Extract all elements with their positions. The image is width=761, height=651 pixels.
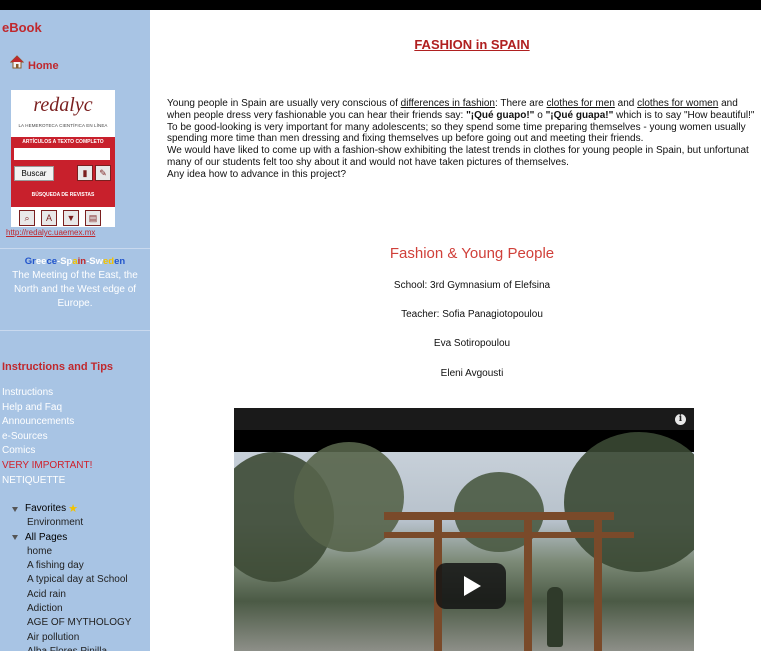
sidebar-nav-link[interactable]: e-Sources [2, 430, 92, 445]
list-icon[interactable]: ▤ [85, 210, 101, 226]
play-button[interactable] [436, 563, 506, 609]
redalyc-search-input[interactable] [14, 148, 110, 160]
page-link[interactable]: Air pollution [12, 631, 131, 645]
country-icon[interactable]: ▼ [63, 210, 79, 226]
favorites-label: Favorites [25, 503, 67, 514]
differences-link[interactable]: differences in fashion [401, 98, 495, 109]
gss-title-part: in [77, 256, 87, 267]
favorites-toggle[interactable]: Favorites ★ [12, 502, 131, 516]
redalyc-search-button[interactable]: Buscar [14, 166, 54, 181]
page-title: FASHION in SPAIN [414, 37, 530, 52]
clothes-men-link[interactable]: clothes for men [547, 98, 615, 109]
redalyc-edit-icon[interactable]: ✎ [95, 165, 111, 181]
person-figure [547, 587, 563, 647]
text: and [718, 98, 738, 109]
alphabet-icon[interactable]: A [41, 210, 57, 226]
sidebar-nav-link[interactable]: VERY IMPORTANT! [2, 459, 92, 474]
gss-title-part: ee [35, 256, 47, 267]
all-pages-toggle[interactable]: All Pages [12, 531, 131, 545]
instructions-title: Instructions and Tips [2, 361, 114, 373]
quote-guapa: "¡Qué guapa!" [545, 109, 614, 121]
section-subtitle: Fashion & Young People [389, 245, 555, 262]
sidebar-nav-link[interactable]: NETIQUETTE [2, 474, 92, 489]
quote-guapo: "¡Qué guapo!" [466, 109, 535, 121]
gss-title-part: -Sw [86, 256, 103, 267]
student-line: Eleni Avgousti [440, 368, 504, 379]
paragraph-line: To be good-looking is very important for… [167, 121, 746, 133]
video-title-bar [234, 408, 694, 430]
paragraph-line: We would have liked to come up with a fa… [167, 145, 749, 157]
play-icon [464, 576, 481, 596]
expand-triangle-icon [12, 506, 18, 512]
sidebar-nav-link[interactable]: Help and Faq [2, 401, 92, 416]
sidebar-nav-link[interactable]: Instructions [2, 386, 92, 401]
redalyc-widget: redalyc LA HEMEROTECA CIENTÍFICA EN LÍNE… [11, 90, 115, 227]
text: which is to say "How beautiful!" [613, 109, 755, 121]
sidebar-nav-link[interactable]: Comics [2, 444, 92, 459]
student-line: Eva Sotiropoulou [433, 338, 511, 349]
home-label: Home [28, 60, 59, 72]
text: and [614, 98, 638, 109]
sidebar: eBook Home redalyc LA HEMEROTECA CIENTÍF… [0, 10, 150, 651]
text: o [534, 109, 546, 121]
video-thumbnail [234, 432, 694, 651]
magnifier-icon[interactable]: ⌕ [19, 210, 35, 226]
all-pages-label: All Pages [25, 531, 68, 543]
video-player[interactable]: i [234, 408, 694, 651]
greece-spain-sweden-title: Greece-Spain-Sweden [0, 256, 150, 267]
intro-paragraph: Young people in Spain are usually very c… [167, 98, 761, 181]
expand-triangle-icon [12, 535, 18, 541]
top-border [0, 0, 761, 10]
page-link[interactable]: Alba Flores Pinilla [12, 645, 131, 651]
gss-title-part: -Sp [57, 256, 73, 267]
page-link[interactable]: Adiction [12, 602, 131, 616]
home-link[interactable]: Home [10, 55, 59, 72]
text: : There are [495, 98, 547, 109]
sidebar-title: eBook [2, 20, 42, 35]
main-content: FASHION in SPAIN Young people in Spain a… [150, 10, 761, 651]
sidebar-nav-link[interactable]: Announcements [2, 415, 92, 430]
paragraph-line: many of our students felt too shy about … [167, 156, 569, 168]
gss-title-part: Gr [24, 256, 36, 267]
gss-title-part: ed [103, 256, 115, 267]
page-link[interactable]: A fishing day [12, 559, 131, 573]
redalyc-tool-icon[interactable]: ▮ [77, 165, 93, 181]
divider [0, 330, 150, 331]
star-icon: ★ [68, 503, 78, 515]
paragraph-line: Any idea how to advance in this project? [167, 168, 346, 180]
page-link[interactable]: home [12, 545, 131, 559]
page-link[interactable]: AGE OF MYTHOLOGY [12, 616, 131, 630]
clothes-women-link[interactable]: clothes for women [637, 98, 718, 109]
text: Young people in Spain are usually very c… [167, 98, 401, 109]
house-icon [10, 55, 24, 69]
meeting-text: The Meeting of the East, the North and t… [12, 270, 138, 309]
teacher-line: Teacher: Sofia Panagiotopoulou [401, 309, 543, 320]
paragraph-line: spending more time than men dressing and… [167, 133, 644, 145]
page-link[interactable]: A typical day at School [12, 573, 131, 587]
journals-label: BÚSQUEDA DE REVISTAS [31, 192, 95, 198]
redalyc-logo: redalyc [33, 94, 93, 116]
articles-label: ARTÍCULOS A TEXTO COMPLETO [22, 139, 104, 145]
page-link[interactable]: Acid rain [12, 588, 131, 602]
gss-title-part: ce [46, 256, 58, 267]
favorite-page-link[interactable]: Environment [12, 516, 131, 530]
divider [0, 248, 150, 249]
school-line: School: 3rd Gymnasium of Elefsina [393, 280, 551, 291]
gss-title-part: en [114, 256, 126, 267]
redalyc-url-link[interactable]: http://redalyc.uaemex.mx [6, 228, 95, 237]
info-icon[interactable]: i [675, 414, 686, 425]
text: when people dress very fashionable you c… [167, 109, 467, 121]
redalyc-subtitle: LA HEMEROTECA CIENTÍFICA EN LÍNEA [18, 123, 108, 128]
instructions-nav: Instructions Help and Faq Announcements e-S… [2, 386, 92, 488]
page-tree: Favorites ★ Environment All Pages home A … [12, 502, 131, 651]
